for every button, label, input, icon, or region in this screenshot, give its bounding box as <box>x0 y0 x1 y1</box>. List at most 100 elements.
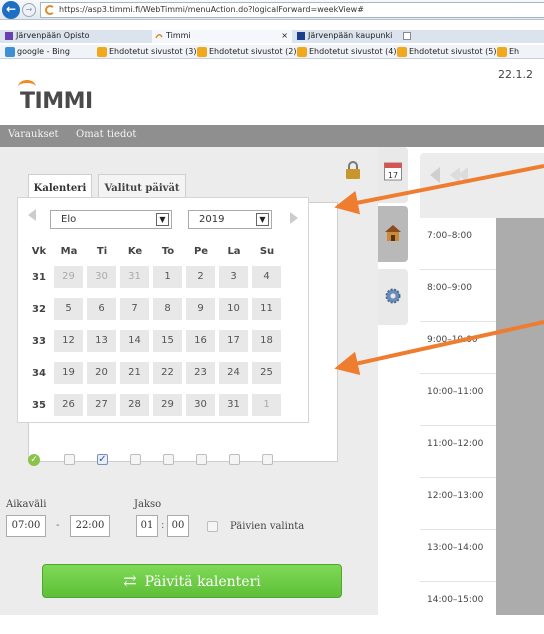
week-number[interactable]: 32 <box>26 304 52 315</box>
weekday-checkbox-tue[interactable]: ✓ <box>97 454 108 465</box>
week-number[interactable]: 34 <box>26 368 52 379</box>
day-column[interactable] <box>496 218 544 615</box>
day-cell[interactable]: 11 <box>252 298 281 320</box>
weekday-checkbox-mon[interactable] <box>64 454 75 465</box>
period-colon: : <box>161 520 165 531</box>
new-tab-button[interactable] <box>400 30 424 43</box>
day-cell[interactable]: 30 <box>186 394 215 416</box>
day-cell[interactable]: 23 <box>186 362 215 384</box>
weekday-checkbox-sun[interactable] <box>262 454 273 465</box>
day-cell[interactable]: 16 <box>186 330 215 352</box>
week-number[interactable]: 33 <box>26 336 52 347</box>
day-cell[interactable]: 8 <box>153 298 182 320</box>
day-cell[interactable]: 27 <box>87 394 116 416</box>
menu-item-own-info[interactable]: Omat tiedot <box>76 129 136 140</box>
week-number[interactable]: 31 <box>26 272 52 283</box>
browser-tab-timmi[interactable]: Timmi × <box>152 30 292 43</box>
day-cell[interactable]: 24 <box>219 362 248 384</box>
close-tab-icon[interactable]: × <box>281 30 288 42</box>
calendar-view-button[interactable]: 17 <box>378 147 408 203</box>
facility-view-button[interactable] <box>378 206 408 262</box>
view-switcher: 17 <box>378 147 408 615</box>
weekday-checkbox-wed[interactable] <box>130 454 141 465</box>
day-cell[interactable]: 29 <box>54 266 83 288</box>
month-select[interactable]: Elo ▼ <box>50 210 172 229</box>
app-header: TIMMI 22.1.2 <box>0 60 544 125</box>
week-view: 7:00–8:00 8:00–9:00 9:00–10:00 10:00–11:… <box>420 153 544 615</box>
month-calendar: Elo ▼ 2019 ▼ Vk Ma Ti Ke To Pe La Su 31 … <box>17 197 309 423</box>
day-cell[interactable]: 30 <box>87 266 116 288</box>
browser-tab-kaupunki[interactable]: Järvenpään kaupunki <box>294 30 398 43</box>
col-header-fri: Pe <box>193 246 209 257</box>
day-cell[interactable]: 20 <box>87 362 116 384</box>
url-field[interactable]: https://asp3.timmi.fi/WebTimmi/menuActio… <box>40 2 544 18</box>
back-arrow-icon[interactable]: ← <box>2 1 20 19</box>
weekday-checkbox-sat[interactable] <box>229 454 240 465</box>
prev-month-arrow-icon[interactable] <box>28 209 36 221</box>
day-cell[interactable]: 26 <box>54 394 83 416</box>
select-all-check-icon[interactable]: ✓ <box>28 454 40 466</box>
calendar-icon: 17 <box>384 162 402 181</box>
col-header-week: Vk <box>31 246 47 257</box>
time-slot: 7:00–8:00 <box>420 218 496 270</box>
period-hours-input[interactable]: 01 <box>136 515 158 537</box>
city-favicon-icon <box>297 32 305 40</box>
weekday-checkbox-thu[interactable] <box>163 454 174 465</box>
browser-address-bar: ← → https://asp3.timmi.fi/WebTimmi/menuA… <box>0 0 544 20</box>
end-time-input[interactable]: 22:00 <box>70 515 110 537</box>
day-cell[interactable]: 31 <box>120 266 149 288</box>
timmi-favicon-icon <box>155 34 163 39</box>
day-cell[interactable]: 9 <box>186 298 215 320</box>
time-range-dash: - <box>56 520 60 531</box>
day-cell[interactable]: 2 <box>186 266 215 288</box>
weekday-checkbox-fri[interactable] <box>196 454 207 465</box>
interval-label: Aikaväli <box>6 499 47 510</box>
day-cell[interactable]: 7 <box>120 298 149 320</box>
time-slot: 12:00–13:00 <box>420 478 496 530</box>
fav-suggested-2[interactable]: Ehdotetut sivustot (2) ▾ <box>196 46 303 58</box>
day-cell[interactable]: 17 <box>219 330 248 352</box>
day-cell[interactable]: 14 <box>120 330 149 352</box>
fav-suggested-3[interactable]: Ehdotetut sivustot (3) ▾ <box>96 46 203 58</box>
day-cell[interactable]: 21 <box>120 362 149 384</box>
time-slot: 9:00–10:00 <box>420 322 496 374</box>
day-cell[interactable]: 25 <box>252 362 281 384</box>
day-cell[interactable]: 13 <box>87 330 116 352</box>
day-select-checkbox[interactable] <box>207 521 218 532</box>
lock-icon[interactable] <box>345 161 361 179</box>
day-cell[interactable]: 29 <box>153 394 182 416</box>
fav-suggested-4[interactable]: Ehdotetut sivustot (4) ▾ <box>296 46 403 58</box>
fav-google-bing[interactable]: google - Bing <box>4 46 70 58</box>
browser-tab-opisto[interactable]: Järvenpään Opisto <box>2 30 150 43</box>
day-cell[interactable]: 22 <box>153 362 182 384</box>
next-month-arrow-icon[interactable] <box>290 212 298 224</box>
day-cell[interactable]: 1 <box>252 394 281 416</box>
day-cell[interactable]: 15 <box>153 330 182 352</box>
day-cell[interactable]: 18 <box>252 330 281 352</box>
week-number[interactable]: 35 <box>26 400 52 411</box>
day-cell[interactable]: 28 <box>120 394 149 416</box>
time-slot: 11:00–12:00 <box>420 426 496 478</box>
day-cell[interactable]: 5 <box>54 298 83 320</box>
settings-button[interactable] <box>378 269 408 325</box>
day-cell[interactable]: 4 <box>252 266 281 288</box>
day-cell[interactable]: 3 <box>219 266 248 288</box>
day-cell[interactable]: 1 <box>153 266 182 288</box>
day-cell[interactable]: 31 <box>219 394 248 416</box>
new-tab-icon <box>403 32 411 40</box>
day-cell[interactable]: 10 <box>219 298 248 320</box>
year-select[interactable]: 2019 ▼ <box>188 210 272 229</box>
prev-week-arrow-icon[interactable] <box>430 167 440 183</box>
folder-icon <box>297 47 307 57</box>
day-cell[interactable]: 6 <box>87 298 116 320</box>
day-cell[interactable]: 12 <box>54 330 83 352</box>
forward-arrow-icon[interactable]: → <box>22 3 36 17</box>
start-time-input[interactable]: 07:00 <box>6 515 46 537</box>
day-cell[interactable]: 19 <box>54 362 83 384</box>
refresh-calendar-label: Päivitä kalenteri <box>144 574 261 590</box>
fav-suggested-more[interactable]: Eh <box>496 46 519 58</box>
refresh-calendar-button[interactable]: ⇄ Päivitä kalenteri <box>42 564 342 598</box>
period-minutes-input[interactable]: 00 <box>167 515 189 537</box>
menu-item-reservations[interactable]: Varaukset <box>8 129 59 140</box>
fav-suggested-5[interactable]: Ehdotetut sivustot (5) ▾ <box>396 46 503 58</box>
